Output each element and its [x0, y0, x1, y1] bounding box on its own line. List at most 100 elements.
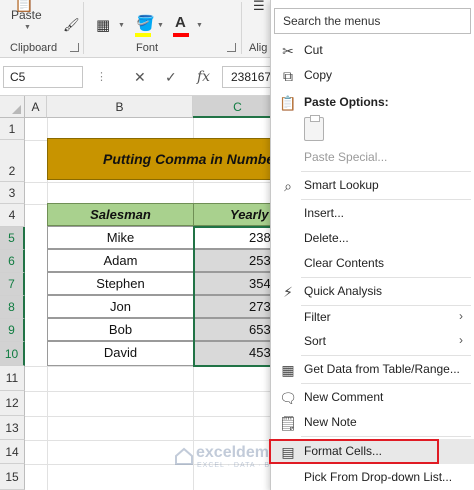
row-header-4[interactable]: 4 — [0, 204, 25, 227]
align-left-icon[interactable]: ☰ — [253, 0, 265, 14]
menu-item-delete[interactable]: Delete... — [271, 226, 474, 251]
row-header-6[interactable]: 6 — [0, 250, 25, 273]
watermark-house-icon — [175, 447, 193, 465]
paste-icon: 📋 — [279, 95, 297, 111]
ribbon-divider — [241, 2, 242, 54]
menu-item-cut[interactable]: ✂ Cut — [271, 38, 474, 63]
font-group-label: Font — [136, 42, 159, 54]
menu-separator — [301, 171, 471, 172]
menu-item-label: New Note — [304, 415, 357, 429]
row-header-3[interactable]: 3 — [0, 182, 25, 204]
ribbon-divider — [83, 2, 84, 54]
menu-separator — [301, 383, 471, 384]
borders-dropdown-icon[interactable]: ▼ — [118, 22, 125, 29]
table-cell-name[interactable]: Adam — [47, 249, 194, 272]
clipboard-launcher-icon[interactable] — [70, 43, 79, 52]
row-header-5[interactable]: 5 — [0, 227, 25, 250]
name-box[interactable]: C5 — [3, 66, 83, 88]
menu-separator — [301, 199, 471, 200]
fill-color-icon[interactable]: 🪣 — [136, 16, 155, 32]
menu-item-paste-special: Paste Special... — [271, 145, 474, 170]
menu-item-insert[interactable]: Insert... — [271, 201, 474, 226]
formula-bar-grip-icon[interactable]: ⋮ — [96, 70, 108, 83]
row-header-8[interactable]: 8 — [0, 296, 25, 319]
row-header-11[interactable]: 11 — [0, 366, 25, 391]
alignment-group-label: Alig — [249, 42, 268, 54]
menu-item-clear-contents[interactable]: Clear Contents — [271, 251, 474, 276]
menu-item-label: Delete... — [304, 231, 349, 245]
watermark-logo: exceldemy — [196, 444, 278, 461]
font-color-swatch — [173, 33, 189, 37]
menu-item-new-comment[interactable]: 🗨 New Comment — [271, 385, 474, 410]
menu-item-smart-lookup[interactable]: ⌕ Smart Lookup — [271, 173, 474, 198]
sheet-title-cell[interactable]: Putting Comma in Numbers — [47, 138, 282, 180]
row-header-15[interactable]: 15 — [0, 464, 25, 490]
table-cell-name[interactable]: Bob — [47, 318, 194, 341]
row-header-13[interactable]: 13 — [0, 416, 25, 440]
menu-item-label: Paste Special... — [304, 150, 388, 164]
table-cell-name[interactable]: Stephen — [47, 272, 194, 295]
menu-item-label: Quick Analysis — [304, 284, 383, 298]
column-header-b[interactable]: B — [47, 96, 193, 118]
row-header-12[interactable]: 12 — [0, 391, 25, 416]
borders-icon[interactable]: ▦ — [96, 18, 110, 34]
menu-item-label: Filter — [304, 310, 331, 324]
fill-color-swatch — [135, 33, 151, 37]
format-painter-icon[interactable]: 🖌 — [63, 17, 80, 33]
header-salesman[interactable]: Salesman — [47, 203, 194, 226]
menu-item-copy[interactable]: ⧉ Copy — [271, 63, 474, 88]
menu-item-label: Pick From Drop-down List... — [304, 470, 453, 484]
table-icon: ▦ — [281, 362, 295, 378]
cancel-entry-icon[interactable]: ✕ — [134, 69, 146, 86]
menu-item-sort[interactable]: Sort › — [271, 329, 474, 354]
font-color-dropdown-icon[interactable]: ▼ — [196, 22, 203, 29]
table-cell-name[interactable]: Jon — [47, 295, 194, 318]
format-cells-highlight — [269, 439, 439, 464]
row-header-1[interactable]: 1 — [0, 118, 25, 140]
table-cell-name[interactable]: Mike — [47, 226, 194, 249]
row-header-14[interactable]: 14 — [0, 440, 25, 464]
font-color-icon[interactable]: A — [175, 15, 186, 31]
enter-entry-icon[interactable]: ✓ — [165, 69, 177, 86]
paste-dropdown-icon[interactable]: ▼ — [24, 24, 31, 31]
submenu-arrow-icon: › — [459, 309, 463, 323]
menu-item-label: Paste Options: — [304, 95, 389, 109]
menu-item-quick-analysis[interactable]: ⚡ Quick Analysis — [271, 279, 474, 304]
row-header-10[interactable]: 10 — [0, 342, 25, 366]
select-all-button[interactable] — [0, 96, 25, 118]
fill-dropdown-icon[interactable]: ▼ — [157, 22, 164, 29]
sheet-title: Putting Comma in Numbers — [103, 151, 282, 167]
row-header-7[interactable]: 7 — [0, 273, 25, 296]
note-icon: 🗒 — [279, 415, 297, 431]
menu-item-label: New Comment — [304, 390, 384, 404]
menu-search-input[interactable]: Search the menus — [274, 8, 471, 34]
copy-icon: ⧉ — [283, 68, 293, 84]
submenu-arrow-icon: › — [459, 333, 463, 347]
menu-item-filter[interactable]: Filter › — [271, 305, 474, 330]
menu-item-label: Copy — [304, 68, 333, 82]
paste-button-label[interactable]: Paste — [11, 8, 42, 22]
menu-item-get-data[interactable]: ▦ Get Data from Table/Range... — [271, 357, 474, 382]
menu-item-label: Get Data from Table/Range... — [304, 362, 460, 376]
menu-item-label: Clear Contents — [304, 256, 385, 270]
context-menu: Search the menus ✂ Cut ⧉ Copy 📋 Paste Op… — [270, 0, 474, 490]
table-cell-name[interactable]: David — [47, 341, 194, 366]
menu-item-label: Cut — [304, 43, 323, 57]
row-header-2[interactable]: 2 — [0, 140, 25, 182]
clipboard-group-label: Clipboard — [10, 42, 58, 54]
quick-analysis-icon: ⚡ — [283, 284, 293, 300]
menu-separator — [301, 355, 471, 356]
menu-item-pick-from-list[interactable]: Pick From Drop-down List... — [271, 465, 474, 490]
font-launcher-icon[interactable] — [227, 43, 236, 52]
comment-icon: 🗨 — [279, 390, 297, 406]
menu-item-label: Insert... — [304, 206, 345, 220]
search-icon: ⌕ — [284, 178, 292, 194]
menu-separator — [301, 436, 471, 437]
insert-function-icon[interactable]: fx — [197, 69, 210, 85]
row-header-9[interactable]: 9 — [0, 319, 25, 342]
column-header-a[interactable]: A — [25, 96, 47, 118]
paste-option-icon[interactable] — [304, 115, 324, 141]
menu-item-new-note[interactable]: 🗒 New Note — [271, 410, 474, 435]
menu-item-label: Sort — [304, 334, 327, 348]
menu-separator — [301, 277, 471, 278]
